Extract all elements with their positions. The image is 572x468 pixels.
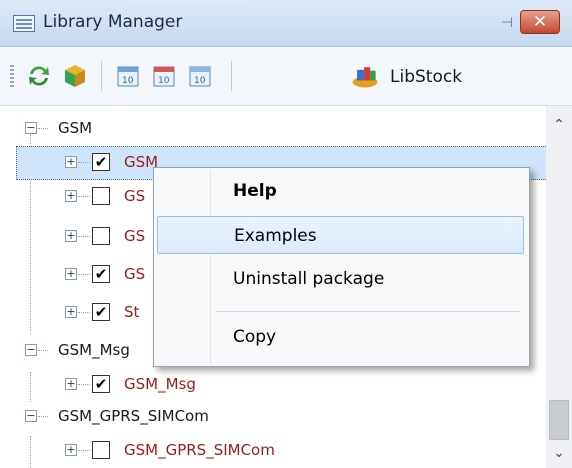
title-bar: Library Manager ⊣ ✕: [0, 0, 572, 47]
libstock-button[interactable]: LibStock: [390, 67, 462, 87]
menu-item-label: Uninstall package: [233, 269, 385, 289]
package-label: St: [124, 303, 140, 321]
toolbar-separator: [101, 61, 102, 91]
vertical-scrollbar[interactable]: ⌃ ⌄: [546, 106, 572, 468]
svg-text:10: 10: [194, 76, 206, 86]
close-button[interactable]: ✕: [520, 10, 560, 34]
calendar-icon[interactable]: 10: [185, 61, 215, 91]
expand-icon[interactable]: +: [65, 268, 77, 280]
toolbar-grip[interactable]: [10, 65, 14, 89]
tree-group-row[interactable]: − GSM: [0, 112, 546, 146]
package-checkbox[interactable]: [92, 187, 110, 205]
menu-separator: [216, 311, 520, 312]
tree-package-row[interactable]: + ✔ GSM_Msg: [0, 368, 546, 402]
menu-item-help[interactable]: Help: [157, 172, 524, 210]
group-label: GSM: [58, 119, 93, 137]
refresh-icon[interactable]: [24, 61, 54, 91]
svg-text:10: 10: [158, 76, 170, 86]
libstock-icon[interactable]: [350, 61, 384, 91]
group-label: GSM_Msg: [58, 341, 130, 359]
menu-item-label: Examples: [234, 226, 317, 246]
package-checkbox[interactable]: [92, 227, 110, 245]
menu-item-uninstall-package[interactable]: Uninstall package: [157, 260, 524, 298]
window-title: Library Manager: [43, 12, 183, 32]
package-label: GS: [124, 187, 146, 205]
calendar-new-icon[interactable]: 10: [113, 61, 143, 91]
scroll-up-icon[interactable]: ⌃: [546, 112, 572, 138]
tree-group-row[interactable]: − GSM_GPRS_SIMCom: [0, 400, 546, 434]
scroll-down-icon[interactable]: ⌄: [546, 440, 572, 466]
tree-package-row[interactable]: + GSM_GPRS_SIMCom: [0, 434, 546, 468]
menu-item-copy[interactable]: Copy: [157, 318, 524, 356]
svg-text:10: 10: [122, 76, 134, 86]
package-label: GSM_Msg: [124, 375, 196, 393]
install-package-icon[interactable]: [60, 61, 90, 91]
calendar-delete-icon[interactable]: 10: [149, 61, 179, 91]
package-checkbox[interactable]: [92, 441, 110, 459]
collapse-icon[interactable]: −: [25, 410, 37, 422]
pin-icon[interactable]: ⊣: [498, 14, 516, 32]
package-checkbox[interactable]: ✔: [92, 265, 110, 283]
context-menu: Help Examples Uninstall package Copy: [153, 167, 530, 367]
scroll-thumb[interactable]: [549, 400, 569, 440]
package-checkbox[interactable]: ✔: [92, 153, 110, 171]
package-label: GS: [124, 265, 146, 283]
collapse-icon[interactable]: −: [25, 344, 37, 356]
expand-icon[interactable]: +: [65, 230, 77, 242]
expand-icon[interactable]: +: [65, 156, 77, 168]
package-checkbox[interactable]: ✔: [92, 303, 110, 321]
expand-icon[interactable]: +: [65, 378, 77, 390]
library-manager-icon: [13, 15, 35, 32]
expand-icon[interactable]: +: [65, 444, 77, 456]
menu-item-label: Help: [233, 181, 277, 201]
package-label: GSM_GPRS_SIMCom: [124, 441, 275, 459]
collapse-icon[interactable]: −: [25, 122, 37, 134]
package-label: GS: [124, 227, 146, 245]
expand-icon[interactable]: +: [65, 190, 77, 202]
group-label: GSM_GPRS_SIMCom: [58, 407, 209, 425]
menu-item-label: Copy: [233, 327, 277, 347]
toolbar: 10 10 10 LibStock: [0, 47, 572, 106]
toolbar-separator: [231, 61, 232, 91]
package-checkbox[interactable]: ✔: [92, 375, 110, 393]
expand-icon[interactable]: +: [65, 306, 77, 318]
menu-item-examples[interactable]: Examples: [157, 216, 524, 254]
